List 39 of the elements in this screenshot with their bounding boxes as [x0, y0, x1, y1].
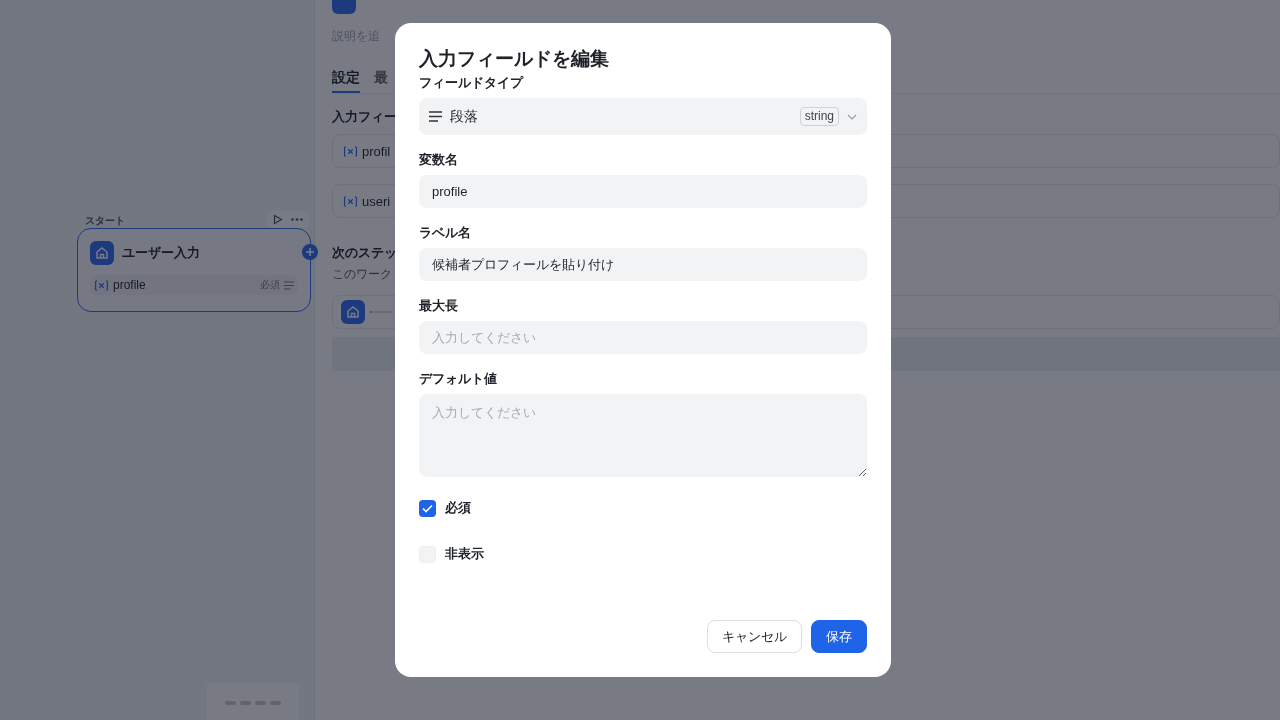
home-icon	[90, 241, 114, 265]
tab[interactable]: 設定	[332, 67, 360, 93]
field-label: デフォルト値	[419, 371, 498, 387]
input-field[interactable]: 入力してください	[419, 321, 867, 354]
play-icon[interactable]	[273, 214, 283, 225]
field-name: useri	[362, 193, 391, 209]
input-field[interactable]: profile	[419, 175, 867, 208]
field-label: 変数名	[419, 152, 459, 168]
variable-icon	[94, 279, 109, 291]
field-label: 最大長	[419, 298, 459, 314]
paragraph-icon	[429, 111, 442, 122]
home-icon	[341, 300, 365, 324]
field-type-select[interactable]: 段落 string	[419, 98, 867, 135]
field-label: ラベル名	[419, 225, 472, 241]
selected-value: 段落	[450, 107, 479, 126]
variable-icon	[343, 145, 358, 157]
field-name: profil	[362, 143, 391, 159]
tab[interactable]: 最	[374, 67, 388, 93]
cancel-button[interactable]: キャンセル	[707, 620, 802, 653]
more-icon[interactable]	[291, 218, 303, 221]
checkbox[interactable]	[419, 499, 436, 517]
save-button[interactable]: 保存	[811, 620, 867, 653]
section-title: 次のステッ	[332, 244, 397, 262]
variable-name: profile	[113, 278, 147, 292]
node-caption: スタート	[85, 214, 125, 228]
type-badge: string	[799, 107, 839, 126]
checkbox-label: 非表示	[445, 545, 484, 563]
check-icon	[422, 503, 433, 513]
paragraph-icon	[284, 280, 294, 290]
field-label: フィールドタイプ	[419, 75, 525, 91]
add-icon[interactable]	[302, 244, 318, 260]
section-description: このワーク	[332, 266, 392, 283]
node-title: ユーザー入力	[122, 244, 200, 262]
input-field[interactable]: 候補者プロフィールを貼り付け	[419, 248, 867, 281]
variable-icon	[343, 195, 358, 207]
dialog-title: 入力フィールドを編集	[419, 47, 610, 71]
chevron-down-icon	[847, 113, 857, 120]
textarea-field[interactable]: 入力してください	[419, 394, 867, 477]
checkbox-label: 必須	[445, 499, 471, 517]
